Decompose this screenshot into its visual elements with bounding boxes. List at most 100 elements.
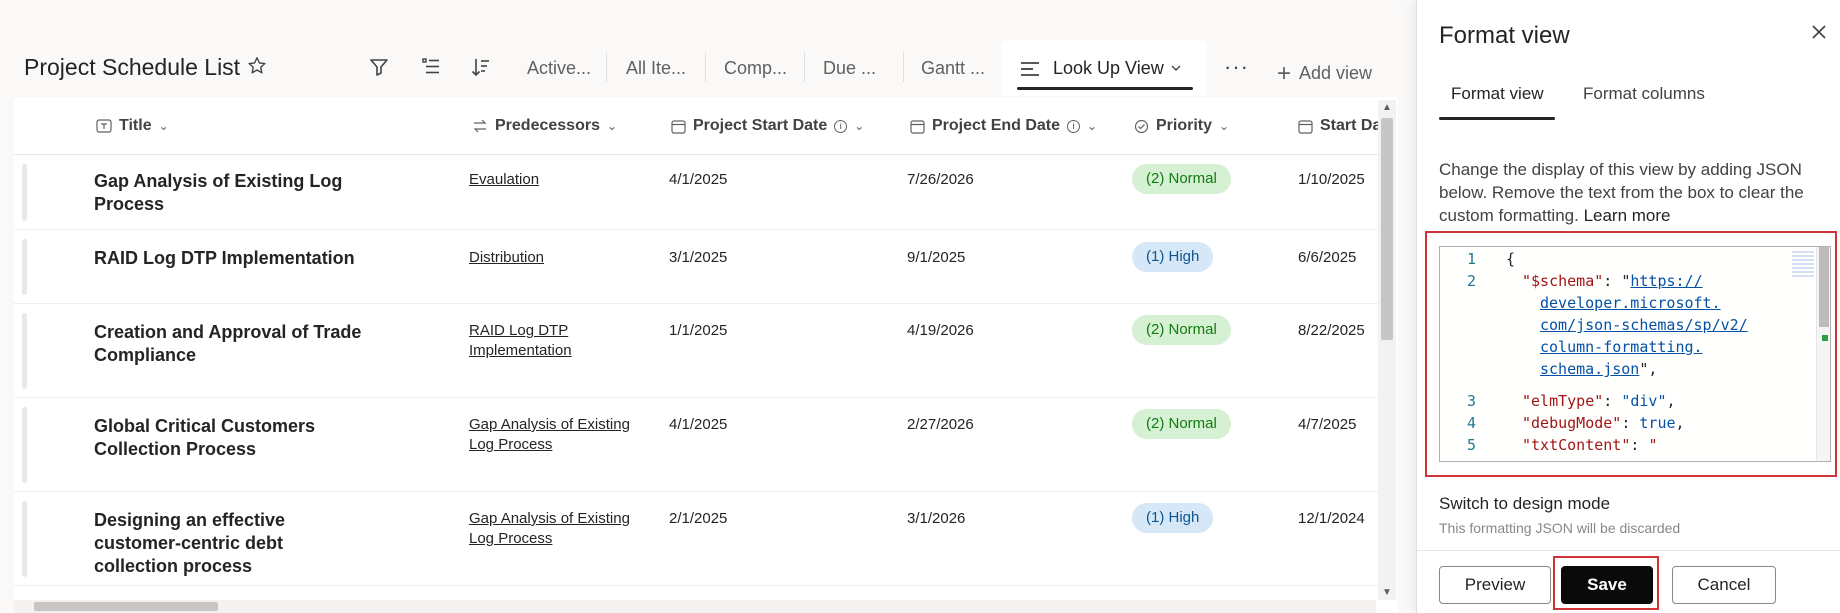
scroll-marker <box>1822 335 1828 341</box>
row-start-date: 8/22/2025 <box>1298 322 1365 339</box>
close-icon[interactable] <box>1809 22 1829 42</box>
more-views-icon[interactable]: ··· <box>1224 54 1249 80</box>
tab-gantt[interactable]: Gantt ... <box>921 58 985 79</box>
table-row[interactable]: Creation and Approval of Trade Complianc… <box>14 305 1384 398</box>
row-project-end: 3/1/2026 <box>907 510 966 527</box>
info-icon[interactable]: i <box>834 119 848 133</box>
horizontal-scrollbar[interactable] <box>14 600 1376 613</box>
text-field-icon <box>96 119 112 133</box>
scrollbar-thumb[interactable] <box>34 602 218 611</box>
line-number: 4 <box>1466 414 1476 432</box>
row-selector[interactable] <box>22 164 27 221</box>
footer-divider <box>1417 550 1840 551</box>
row-predecessor-link[interactable]: Evaulation <box>469 170 649 190</box>
priority-badge: (1) High <box>1132 503 1214 533</box>
row-title[interactable]: Gap Analysis of Existing Log Process <box>94 170 364 216</box>
row-selector[interactable] <box>22 407 27 483</box>
active-tab-underline <box>1017 87 1193 90</box>
tab-due[interactable]: Due ... <box>823 58 876 79</box>
format-view-panel: Format view Format view Format columns C… <box>1416 0 1840 613</box>
filter-icon[interactable] <box>368 56 390 78</box>
save-button[interactable]: Save <box>1561 566 1653 604</box>
tab-all-items[interactable]: All Ite... <box>626 58 686 79</box>
column-header-start-date[interactable]: Start Da <box>1298 117 1381 135</box>
chevron-down-icon: ⌄ <box>1219 119 1230 133</box>
column-header-predecessors[interactable]: Predecessors ⌄ <box>472 117 617 135</box>
schema-url[interactable]: com/json-schemas/sp/v2/ <box>1540 316 1748 334</box>
tab-active[interactable]: Active... <box>527 58 591 79</box>
column-title-label: Title <box>119 117 152 134</box>
tab-format-view[interactable]: Format view <box>1451 84 1544 104</box>
chevron-down-icon <box>1171 65 1181 71</box>
code-line-debug: "debugMode": true, <box>1522 414 1685 432</box>
preview-button[interactable]: Preview <box>1439 566 1551 604</box>
debug-value: true <box>1639 414 1676 432</box>
row-predecessor-link[interactable]: Distribution <box>469 248 649 268</box>
column-predecessors-label: Predecessors <box>495 117 600 134</box>
column-start-date-label: Start Da <box>1320 117 1382 134</box>
column-header-project-start[interactable]: Project Start Date i ⌄ <box>671 117 864 135</box>
add-view-label: Add view <box>1299 63 1373 83</box>
priority-badge: (2) Normal <box>1132 409 1231 439</box>
column-header-title[interactable]: Title ⌄ <box>96 117 169 135</box>
favorite-star-icon[interactable] <box>246 55 268 77</box>
schema-url[interactable]: https:// <box>1630 272 1702 290</box>
row-title[interactable]: Global Critical Customers Collection Pro… <box>94 415 364 461</box>
code-line-schema-cont: column-formatting. <box>1540 336 1703 358</box>
row-selector[interactable] <box>22 501 27 577</box>
editor-minimap[interactable] <box>1792 249 1814 277</box>
debug-key: "debugMode" <box>1522 414 1622 432</box>
table-row[interactable]: Gap Analysis of Existing Log Process Eva… <box>14 156 1384 230</box>
tab-divider <box>705 52 706 82</box>
json-editor[interactable]: 1 2 3 4 5 { "$schema": "https:// develop… <box>1439 246 1831 462</box>
scrollbar-thumb[interactable] <box>1381 118 1393 340</box>
chevron-down-icon: ⌄ <box>854 119 865 133</box>
column-header-project-end[interactable]: Project End Date i ⌄ <box>910 117 1097 135</box>
row-project-end: 4/19/2026 <box>907 322 974 339</box>
code-open-brace: { <box>1506 250 1516 268</box>
info-icon[interactable]: i <box>1067 119 1081 133</box>
row-title[interactable]: Creation and Approval of Trade Complianc… <box>94 321 364 367</box>
editor-scrollbar[interactable] <box>1816 247 1830 461</box>
elmtype-key: "elmType" <box>1522 392 1604 410</box>
group-by-icon[interactable] <box>420 56 442 78</box>
scrollbar-thumb[interactable] <box>1819 247 1829 327</box>
row-predecessor-link[interactable]: Gap Analysis of Existing Log Process <box>469 509 649 549</box>
cancel-button[interactable]: Cancel <box>1672 566 1776 604</box>
table-row[interactable]: RAID Log DTP Implementation Distribution… <box>14 231 1384 304</box>
learn-more-link[interactable]: Learn more <box>1584 206 1671 225</box>
scroll-down-icon[interactable]: ▼ <box>1382 587 1392 598</box>
row-title[interactable]: RAID Log DTP Implementation <box>94 247 364 270</box>
discard-note: This formatting JSON will be discarded <box>1439 520 1681 536</box>
tab-format-columns[interactable]: Format columns <box>1583 84 1705 104</box>
row-project-end: 7/26/2026 <box>907 171 974 188</box>
tab-divider <box>804 52 805 82</box>
panel-title: Format view <box>1439 22 1570 49</box>
schema-url[interactable]: developer.microsoft. <box>1540 294 1721 312</box>
add-view-button[interactable]: + Add view <box>1277 58 1373 87</box>
row-predecessor-link[interactable]: Gap Analysis of Existing Log Process <box>469 415 649 455</box>
table-row[interactable]: Global Critical Customers Collection Pro… <box>14 399 1384 492</box>
schema-url[interactable]: column-formatting. <box>1540 338 1703 356</box>
code-line-schema-cont: developer.microsoft. <box>1540 292 1721 314</box>
row-selector[interactable] <box>22 313 27 389</box>
table-row[interactable]: Designing an effective customer-centric … <box>14 493 1384 586</box>
vertical-scrollbar[interactable]: ▲ ▼ <box>1378 100 1396 600</box>
tab-underline <box>1439 117 1555 120</box>
tab-completed[interactable]: Comp... <box>724 58 787 79</box>
column-header-priority[interactable]: Priority ⌄ <box>1134 117 1229 135</box>
chevron-down-icon: ⌄ <box>606 119 618 133</box>
sort-icon[interactable] <box>470 56 492 78</box>
chevron-down-icon: ⌄ <box>1087 119 1098 133</box>
code-line-elmtype: "elmType": "div", <box>1522 392 1676 410</box>
switch-to-design-mode-link[interactable]: Switch to design mode <box>1439 494 1610 514</box>
code-line-txtcontent: "txtContent": " <box>1522 436 1658 454</box>
row-selector[interactable] <box>22 239 27 295</box>
tab-look-up-view[interactable]: Look Up View <box>1001 40 1207 96</box>
schema-url[interactable]: schema.json <box>1540 360 1639 378</box>
row-predecessor-link[interactable]: RAID Log DTP Implementation <box>469 321 649 361</box>
scroll-up-icon[interactable]: ▲ <box>1382 102 1392 113</box>
plus-icon: + <box>1277 60 1292 87</box>
command-bar: Project Schedule List Active... All Ite.… <box>0 40 1416 96</box>
row-title[interactable]: Designing an effective customer-centric … <box>94 509 364 578</box>
